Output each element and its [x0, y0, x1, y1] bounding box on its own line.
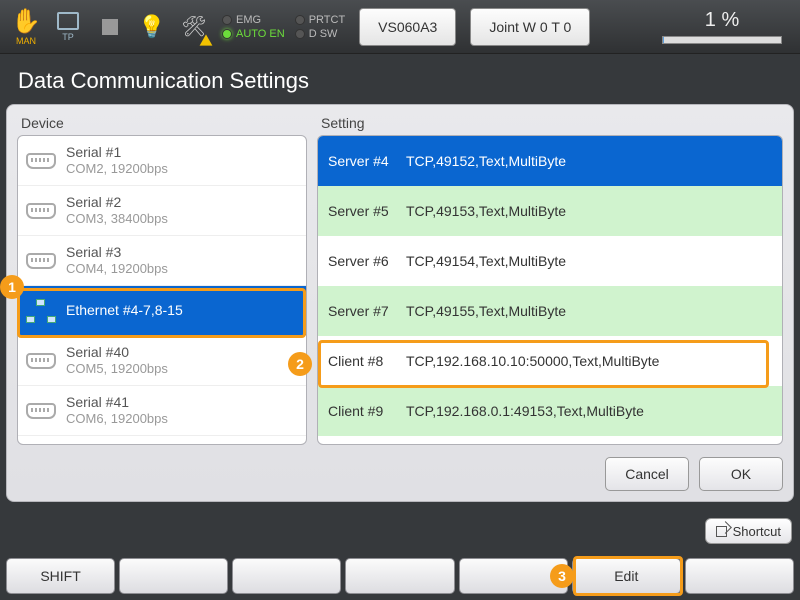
setting-header: Setting: [317, 113, 783, 135]
setting-value: TCP,49153,Text,MultiByte: [400, 203, 782, 219]
bulb-icon[interactable]: 💡: [134, 9, 170, 45]
status-indicators-right: PRTCT D SW: [295, 14, 345, 40]
fnkey-5[interactable]: [459, 558, 568, 594]
device-sub: COM6, 19200bps: [66, 411, 168, 427]
setting-row[interactable]: Server #6TCP,49154,Text,MultiByte: [318, 236, 782, 286]
serial-port-icon: [26, 403, 56, 419]
setting-scroll[interactable]: Server #4TCP,49152,Text,MultiByteServer …: [318, 136, 782, 444]
serial-port-icon: [26, 253, 56, 269]
shortcut-icon: [716, 526, 727, 537]
device-sub: COM5, 19200bps: [66, 361, 168, 377]
tools-icon[interactable]: 🛠: [176, 9, 212, 45]
robot-model-button[interactable]: VS060A3: [359, 8, 456, 46]
device-sub: COM2, 19200bps: [66, 161, 168, 177]
setting-name: Server #6: [318, 253, 400, 269]
setting-name: Server #7: [318, 303, 400, 319]
setting-name: Client #8: [318, 353, 400, 369]
device-item[interactable]: Serial #1COM2, 19200bps: [18, 136, 306, 186]
warning-icon: [200, 34, 213, 45]
fnkey-edit[interactable]: Edit: [572, 558, 681, 594]
device-name: Serial #40: [66, 344, 168, 362]
stop-icon[interactable]: [92, 9, 128, 45]
device-name: Serial #41: [66, 394, 168, 412]
setting-list: Server #4TCP,49152,Text,MultiByteServer …: [317, 135, 783, 445]
shortcut-button[interactable]: Shortcut: [705, 518, 792, 544]
serial-port-icon: [26, 153, 56, 169]
setting-row[interactable]: Client #8TCP,192.168.10.10:50000,Text,Mu…: [318, 336, 782, 386]
device-item[interactable]: Serial #2COM3, 38400bps: [18, 186, 306, 236]
setting-row[interactable]: Client #9TCP,192.168.0.1:49153,Text,Mult…: [318, 386, 782, 436]
setting-name: Server #4: [318, 153, 400, 169]
ok-button[interactable]: OK: [699, 457, 783, 491]
page-title: Data Communication Settings: [0, 54, 800, 104]
autoen-indicator: [222, 29, 232, 39]
device-name: Serial #2: [66, 194, 168, 212]
emg-indicator: [222, 15, 232, 25]
device-header: Device: [17, 113, 307, 135]
device-item[interactable]: Ethernet #4-7,8-15: [18, 286, 306, 336]
setting-name: Client #9: [318, 403, 400, 419]
setting-value: TCP,49154,Text,MultiByte: [400, 253, 782, 269]
fnkey-3[interactable]: [232, 558, 341, 594]
device-list: Serial #1COM2, 19200bpsSerial #2COM3, 38…: [17, 135, 307, 445]
setting-value: TCP,49152,Text,MultiByte: [400, 153, 782, 169]
top-toolbar: ✋ MAN TP 💡 🛠 EMG AUTO EN PRTCT D SW VS06…: [0, 0, 800, 54]
setting-row[interactable]: Server #5TCP,49153,Text,MultiByte: [318, 186, 782, 236]
joint-mode-button[interactable]: Joint W 0 T 0: [470, 8, 590, 46]
device-name: Ethernet #4-7,8-15: [66, 302, 183, 320]
fnkey-shift[interactable]: SHIFT: [6, 558, 115, 594]
setting-value: TCP,192.168.0.1:49153,Text,MultiByte: [400, 403, 782, 419]
speed-bar: [662, 36, 782, 44]
function-key-bar: SHIFT Edit: [0, 554, 800, 600]
ethernet-icon: [26, 299, 56, 323]
shortcut-label: Shortcut: [733, 524, 781, 539]
main-panel: Device Serial #1COM2, 19200bpsSerial #2C…: [6, 104, 794, 502]
serial-port-icon: [26, 353, 56, 369]
fnkey-7[interactable]: [685, 558, 794, 594]
status-indicators-left: EMG AUTO EN: [222, 14, 285, 40]
prtct-indicator: [295, 15, 305, 25]
device-sub: COM3, 38400bps: [66, 211, 168, 227]
setting-row[interactable]: Server #7TCP,49155,Text,MultiByte: [318, 286, 782, 336]
device-item[interactable]: Serial #41COM6, 19200bps: [18, 386, 306, 436]
setting-value: TCP,192.168.10.10:50000,Text,MultiByte: [400, 353, 782, 369]
setting-name: Server #5: [318, 203, 400, 219]
tp-icon[interactable]: TP: [50, 9, 86, 45]
cancel-button[interactable]: Cancel: [605, 457, 689, 491]
setting-row[interactable]: Server #4TCP,49152,Text,MultiByte: [318, 136, 782, 186]
device-name: Serial #3: [66, 244, 168, 262]
device-item[interactable]: Serial #3COM4, 19200bps: [18, 236, 306, 286]
device-sub: COM4, 19200bps: [66, 261, 168, 277]
device-name: Serial #1: [66, 144, 168, 162]
manual-mode-icon[interactable]: ✋ MAN: [8, 9, 44, 45]
fnkey-4[interactable]: [345, 558, 454, 594]
speed-display[interactable]: 1 %: [662, 9, 792, 44]
speed-value: 1 %: [705, 9, 739, 32]
setting-value: TCP,49155,Text,MultiByte: [400, 303, 782, 319]
dsw-indicator: [295, 29, 305, 39]
fnkey-2[interactable]: [119, 558, 228, 594]
serial-port-icon: [26, 203, 56, 219]
device-item[interactable]: Serial #40COM5, 19200bps: [18, 336, 306, 386]
